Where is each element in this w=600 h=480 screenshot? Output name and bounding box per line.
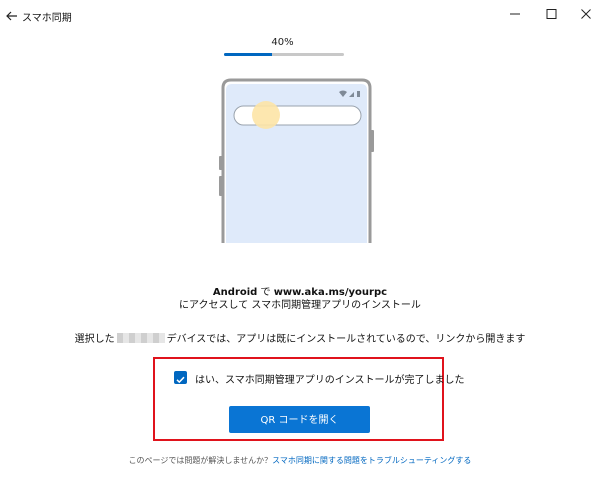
progress-bar [224,53,344,56]
checkmark-icon [176,376,185,384]
selected-suffix: デバイスでは、アプリは既にインストールされているので、リンクから開きます [166,334,526,345]
progress-fill [224,53,272,56]
troubleshoot-link[interactable]: スマホ同期に関する問題をトラブルシューティングする [272,456,471,465]
footer-text: このページでは問題が解決しませんか？ [128,456,273,465]
maximize-icon[interactable] [541,6,561,22]
title-bar: スマホ同期 [0,0,600,32]
redacted-device-name [116,333,165,343]
checkbox-label[interactable]: はい、スマホ同期管理アプリのインストールが完了しました [195,371,465,386]
close-icon[interactable] [576,6,596,22]
selected-prefix: 選択した [74,334,115,345]
install-complete-checkbox[interactable] [174,371,187,384]
instruction-line-2: にアクセスして スマホ同期管理アプリのインストール [179,300,421,311]
android-phone-illustration [219,78,374,243]
back-arrow-icon[interactable] [4,8,20,24]
minimize-icon[interactable] [505,6,525,22]
app-title: スマホ同期 [22,13,72,24]
tap-highlight-icon [252,101,280,129]
open-qr-code-button[interactable]: QR コードを開く [229,406,370,433]
progress-label: 40% [271,37,294,48]
footer-help: このページでは問題が解決しませんか？スマホ同期に関する問題をトラブルシューティン… [0,455,600,466]
selected-device-text: 選択した デバイスでは、アプリは既にインストールされているので、リンクから開きます [0,330,600,345]
battery-icon [357,91,360,97]
